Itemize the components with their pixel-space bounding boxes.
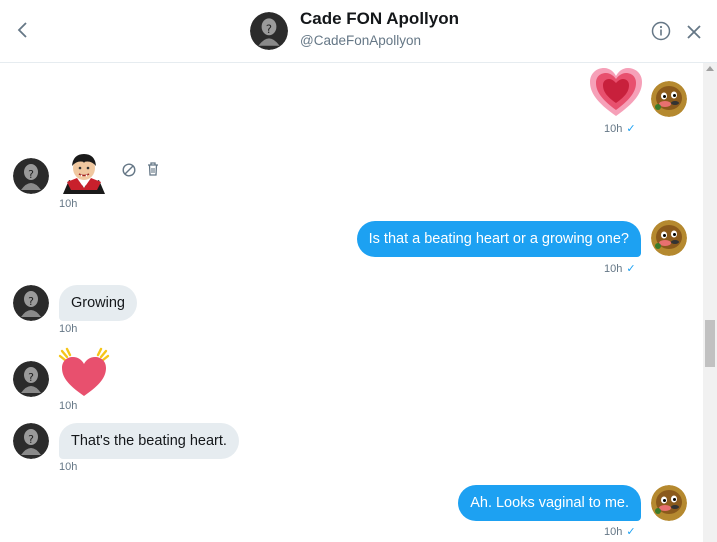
scrollbar[interactable] xyxy=(703,63,717,542)
growing-heart-emoji xyxy=(590,68,642,116)
read-check-icon: ✓ xyxy=(626,123,636,135)
back-button[interactable] xyxy=(12,18,34,42)
beating-heart-emoji xyxy=(58,347,110,396)
info-icon[interactable] xyxy=(650,20,672,42)
contact-avatar[interactable] xyxy=(13,361,49,397)
outgoing-message-bubble[interactable]: Is that a beating heart or a growing one… xyxy=(356,221,641,257)
message-timestamp: 10h xyxy=(59,198,78,210)
message-timestamp: 10h xyxy=(59,461,78,473)
message-timestamp: 10h xyxy=(59,400,78,412)
trash-icon[interactable] xyxy=(145,161,161,177)
scroll-up-arrow-icon[interactable] xyxy=(703,65,717,75)
chevron-left-icon xyxy=(17,22,27,38)
message-timestamp: 10h ✓ xyxy=(604,263,636,275)
my-avatar[interactable] xyxy=(651,485,687,521)
read-check-icon: ✓ xyxy=(626,263,636,275)
my-avatar[interactable] xyxy=(651,220,687,256)
vampire-emoji xyxy=(63,154,105,194)
contact-avatar[interactable] xyxy=(250,12,288,50)
close-icon[interactable] xyxy=(684,22,704,42)
outgoing-message-bubble[interactable]: Ah. Looks vaginal to me. xyxy=(458,485,641,521)
contact-avatar[interactable] xyxy=(13,423,49,459)
read-check-icon: ✓ xyxy=(626,526,636,538)
conversation-header: Cade FON Apollyon @CadeFonApollyon xyxy=(0,0,717,63)
incoming-message-bubble[interactable]: Growing xyxy=(59,285,137,321)
contact-handle[interactable]: @CadeFonApollyon xyxy=(300,33,421,48)
scroll-thumb[interactable] xyxy=(705,320,715,367)
block-icon[interactable] xyxy=(121,162,137,178)
contact-avatar[interactable] xyxy=(13,158,49,194)
contact-name[interactable]: Cade FON Apollyon xyxy=(300,9,459,29)
incoming-message-bubble[interactable]: That's the beating heart. xyxy=(59,423,239,459)
my-avatar[interactable] xyxy=(651,81,687,117)
message-timestamp: 10h ✓ xyxy=(604,526,636,538)
message-timestamp: 10h xyxy=(59,323,78,335)
message-timestamp: 10h ✓ xyxy=(604,123,636,135)
contact-avatar[interactable] xyxy=(13,285,49,321)
